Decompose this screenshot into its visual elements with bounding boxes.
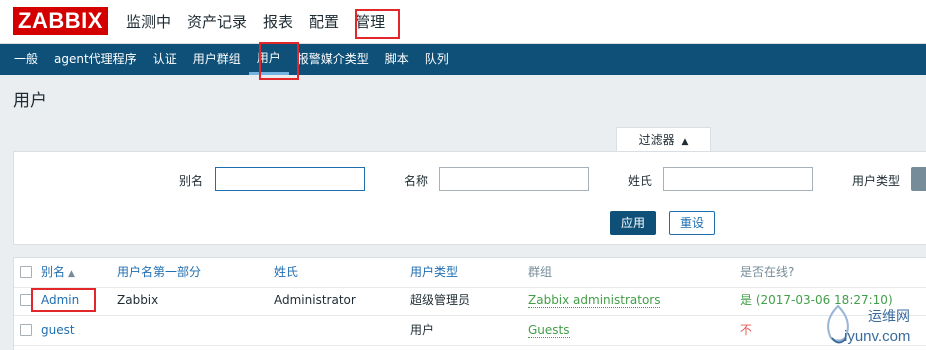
- sub-menu-proxies[interactable]: agent代理程序: [46, 44, 145, 75]
- sub-menu-user-groups[interactable]: 用户群组: [185, 44, 249, 75]
- user-group-link[interactable]: Zabbix administrators: [528, 293, 661, 308]
- user-name: Zabbix: [117, 293, 159, 307]
- table-row: Admin Zabbix Administrator 超级管理员 Zabbix …: [14, 286, 926, 316]
- users-table: 别名 ▲ 用户名第一部分 姓氏 用户类型 群组 是否在线? Admin Zabbi…: [13, 257, 926, 350]
- alias-label: 别名: [179, 174, 204, 188]
- highlight-box-users: [259, 42, 299, 80]
- col-alias-header[interactable]: 别名 ▲: [41, 258, 75, 288]
- col-surname-header[interactable]: 姓氏: [274, 258, 298, 286]
- user-type-selector[interactable]: [911, 167, 926, 191]
- reset-button[interactable]: 重设: [669, 211, 716, 235]
- col-type-header[interactable]: 用户类型: [410, 258, 458, 286]
- sub-menu-media-types[interactable]: 报警媒介类型: [289, 44, 377, 75]
- user-group-cell: Zabbix administrators: [528, 286, 661, 314]
- filter-toggle[interactable]: 过滤器 ▲: [616, 127, 711, 152]
- watermark-cn: 运维网: [868, 309, 910, 325]
- sub-menu-general[interactable]: 一般: [6, 44, 46, 75]
- sub-menu-authentication[interactable]: 认证: [145, 44, 185, 75]
- top-nav: 监测中 资产记录 报表 配置 管理: [118, 0, 393, 44]
- highlight-box-administration: [355, 9, 400, 39]
- col-online-header: 是否在线?: [740, 265, 795, 279]
- user-alias-link[interactable]: guest: [41, 316, 75, 344]
- user-online-status: 不: [740, 323, 753, 337]
- col-name-header[interactable]: 用户名第一部分: [117, 258, 201, 286]
- user-type: 用户: [410, 323, 435, 337]
- watermark-en: iyunv.com: [844, 328, 911, 345]
- table-header-row: 别名 ▲ 用户名第一部分 姓氏 用户类型 群组 是否在线?: [14, 258, 926, 288]
- top-menu-bar: ZABBIX 监测中 资产记录 报表 配置 管理: [0, 0, 926, 44]
- user-surname: Administrator: [274, 293, 356, 307]
- filter-toggle-label: 过滤器: [638, 133, 675, 147]
- name-label: 名称: [404, 174, 429, 188]
- filter-panel: 别名 名称 姓氏 用户类型 应用 重设: [13, 151, 926, 245]
- sub-menu-scripts[interactable]: 脚本: [377, 44, 417, 75]
- top-menu-reports[interactable]: 报表: [255, 0, 301, 44]
- sub-menu-queue[interactable]: 队列: [417, 44, 457, 75]
- surname-label: 姓氏: [628, 174, 653, 188]
- row-checkbox[interactable]: [20, 324, 32, 336]
- alias-input[interactable]: [215, 167, 365, 191]
- watermark: 运维网 iyunv.com: [816, 302, 926, 350]
- top-menu-monitoring[interactable]: 监测中: [118, 0, 179, 44]
- surname-input[interactable]: [663, 167, 813, 191]
- caret-up-icon: ▲: [681, 137, 689, 147]
- col-alias-label: 别名: [41, 265, 66, 279]
- sub-menu-bar: 一般 agent代理程序 认证 用户群组 用户 报警媒介类型 脚本 队列: [0, 44, 926, 75]
- apply-button[interactable]: 应用: [610, 211, 657, 235]
- highlight-box-admin: [31, 288, 96, 312]
- user-type: 超级管理员: [410, 293, 471, 307]
- sub-nav: 一般 agent代理程序 认证 用户群组 用户 报警媒介类型 脚本 队列: [6, 44, 457, 75]
- sort-asc-icon: ▲: [68, 269, 75, 279]
- zabbix-logo[interactable]: ZABBIX: [13, 7, 108, 35]
- user-group-cell: Guests: [528, 316, 570, 344]
- top-menu-configuration[interactable]: 配置: [301, 0, 347, 44]
- page-title: 用户: [13, 91, 47, 111]
- col-groups-header: 群组: [528, 265, 553, 279]
- user-type-label: 用户类型: [852, 174, 901, 188]
- user-group-link[interactable]: Guests: [528, 323, 570, 338]
- top-menu-inventory[interactable]: 资产记录: [179, 0, 255, 44]
- table-row: guest 用户 Guests 不: [14, 316, 926, 346]
- select-all-checkbox[interactable]: [20, 266, 32, 278]
- name-input[interactable]: [439, 167, 589, 191]
